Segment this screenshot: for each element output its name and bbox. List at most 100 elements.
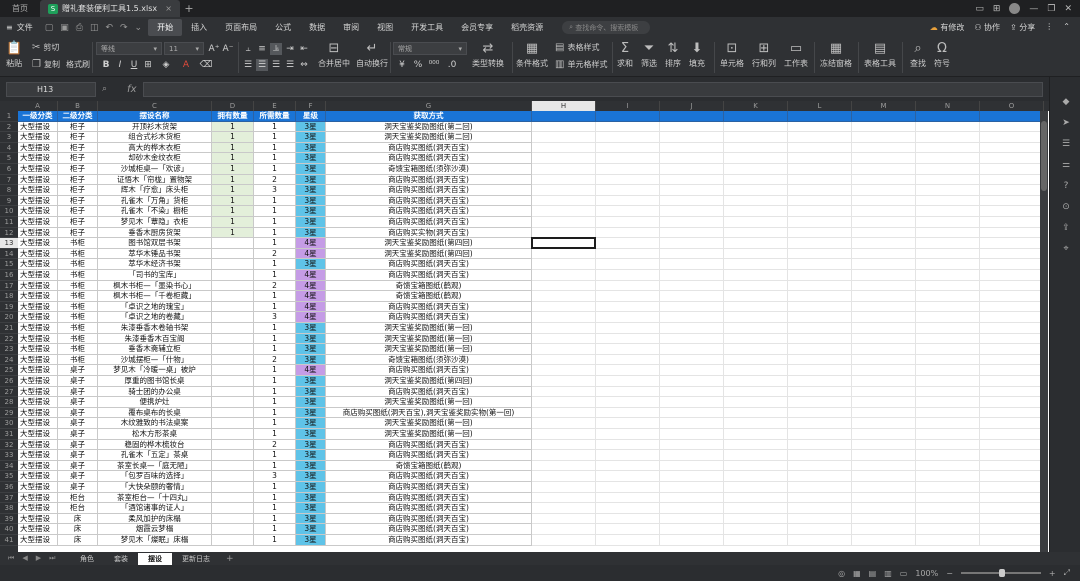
empty-cell[interactable] — [596, 301, 660, 313]
empty-cell[interactable] — [532, 323, 596, 334]
table-cell[interactable] — [212, 407, 254, 419]
empty-cell[interactable] — [724, 291, 788, 302]
empty-cell[interactable] — [660, 206, 724, 217]
empty-cell[interactable] — [660, 450, 724, 461]
empty-cell[interactable] — [532, 227, 596, 239]
empty-cell[interactable] — [596, 121, 660, 133]
location-icon[interactable]: ⌖ — [1060, 243, 1072, 255]
folder-icon[interactable]: ▢ — [45, 23, 54, 33]
table-cell[interactable]: 商店购买图纸(洞天百宝) — [326, 471, 532, 482]
row-header[interactable]: 28 — [0, 397, 18, 408]
table-cell[interactable]: 1 — [254, 153, 296, 164]
table-cell[interactable]: 1 — [254, 524, 296, 535]
table-cell[interactable]: 床 — [58, 513, 98, 525]
table-cell[interactable]: 桌子 — [58, 471, 98, 482]
tab-data[interactable]: 数据 — [300, 19, 334, 36]
freeze-panes-button[interactable]: ▦ 冻结窗格 — [820, 41, 852, 69]
empty-cell[interactable] — [916, 301, 980, 313]
empty-cell[interactable] — [788, 524, 852, 535]
table-cell[interactable]: 柜子 — [58, 185, 98, 196]
table-cell[interactable]: 书柜 — [58, 270, 98, 281]
row-header[interactable]: 16 — [0, 270, 18, 281]
empty-cell[interactable] — [660, 312, 724, 323]
empty-cell[interactable] — [724, 344, 788, 355]
empty-cell[interactable] — [724, 513, 788, 525]
row-header[interactable]: 29 — [0, 408, 18, 419]
empty-cell[interactable] — [724, 471, 788, 482]
empty-cell[interactable] — [596, 397, 660, 408]
empty-cell[interactable] — [532, 195, 596, 207]
table-cell[interactable]: 桌子 — [58, 439, 98, 451]
zoom-level[interactable]: 100% — [915, 569, 938, 578]
empty-cell[interactable] — [596, 248, 660, 260]
empty-cell[interactable] — [660, 407, 724, 419]
new-tab-icon[interactable]: + — [180, 0, 198, 17]
pin-icon[interactable]: ◆ — [1060, 96, 1072, 108]
row-header[interactable]: 34 — [0, 461, 18, 472]
table-cell[interactable]: 大型摆设 — [18, 492, 58, 504]
empty-cell[interactable] — [852, 132, 916, 143]
empty-cell[interactable] — [916, 344, 980, 355]
unsaved-indicator[interactable]: ☁ 有修改 — [930, 22, 965, 33]
empty-cell[interactable] — [852, 142, 916, 154]
empty-cell[interactable] — [532, 492, 596, 504]
empty-cell[interactable] — [724, 492, 788, 504]
table-cell[interactable]: 柜子 — [58, 153, 98, 164]
empty-cell[interactable] — [596, 312, 660, 323]
empty-cell[interactable] — [980, 482, 1044, 493]
table-cell[interactable]: 商店购买图纸(洞天百宝) — [326, 174, 532, 186]
preview-icon[interactable]: ◫ — [90, 23, 99, 33]
empty-cell[interactable] — [596, 259, 660, 270]
row-header[interactable]: 31 — [0, 429, 18, 440]
cut-button[interactable]: ✂ 剪切 — [32, 42, 59, 53]
row-header[interactable]: 8 — [0, 185, 18, 196]
worksheet-button[interactable]: ▭ 工作表 — [784, 41, 808, 69]
empty-cell[interactable] — [532, 513, 596, 525]
empty-cell[interactable] — [916, 238, 980, 249]
zoom-out-icon[interactable]: − — [946, 569, 953, 578]
empty-cell[interactable] — [724, 354, 788, 366]
justify-icon[interactable]: ☰ — [284, 59, 296, 71]
table-cell[interactable]: 3星 — [296, 344, 326, 355]
empty-cell[interactable] — [660, 142, 724, 154]
table-cell[interactable]: 书柜 — [58, 280, 98, 292]
empty-cell[interactable] — [660, 132, 724, 143]
print-icon[interactable]: ⎙ — [76, 23, 83, 33]
table-cell[interactable]: 桌子 — [58, 376, 98, 387]
table-cell[interactable]: 3 — [254, 471, 296, 482]
empty-cell[interactable] — [916, 153, 980, 164]
table-cell[interactable] — [212, 376, 254, 387]
table-cell[interactable] — [212, 365, 254, 376]
table-cell[interactable]: 商店购买图纸(洞天百宝) — [326, 524, 532, 535]
empty-cell[interactable] — [788, 174, 852, 186]
empty-cell[interactable] — [660, 280, 724, 292]
empty-cell[interactable] — [980, 429, 1044, 440]
table-cell[interactable]: 大型摆设 — [18, 280, 58, 292]
align-top-icon[interactable]: ⫠ — [242, 43, 254, 55]
empty-cell[interactable] — [532, 111, 596, 122]
empty-cell[interactable] — [532, 291, 596, 302]
empty-cell[interactable] — [980, 238, 1044, 249]
table-cell[interactable]: 大型摆设 — [18, 429, 58, 440]
empty-cell[interactable] — [916, 164, 980, 175]
bold-icon[interactable]: B — [100, 59, 112, 71]
table-cell[interactable]: 1 — [254, 386, 296, 398]
sheet-tab-changelog[interactable]: 更新日志 — [172, 553, 220, 565]
table-cell[interactable]: 大型摆设 — [18, 460, 58, 472]
empty-cell[interactable] — [532, 482, 596, 493]
empty-cell[interactable] — [596, 535, 660, 546]
table-cell[interactable]: 大型摆设 — [18, 323, 58, 334]
row-header[interactable]: 20 — [0, 312, 18, 323]
table-cell[interactable]: 高大的桦木衣柜 — [98, 142, 212, 154]
table-cell[interactable]: 洞天宝鉴奖励图纸(第一回) — [326, 344, 532, 355]
empty-cell[interactable] — [660, 164, 724, 175]
table-cell[interactable]: 大型摆设 — [18, 238, 58, 249]
empty-cell[interactable] — [724, 217, 788, 228]
empty-cell[interactable] — [660, 365, 724, 376]
empty-cell[interactable] — [596, 206, 660, 217]
row-header[interactable]: 11 — [0, 217, 18, 228]
empty-cell[interactable] — [852, 460, 916, 472]
table-cell[interactable] — [212, 270, 254, 281]
empty-cell[interactable] — [596, 492, 660, 504]
empty-cell[interactable] — [980, 132, 1044, 143]
